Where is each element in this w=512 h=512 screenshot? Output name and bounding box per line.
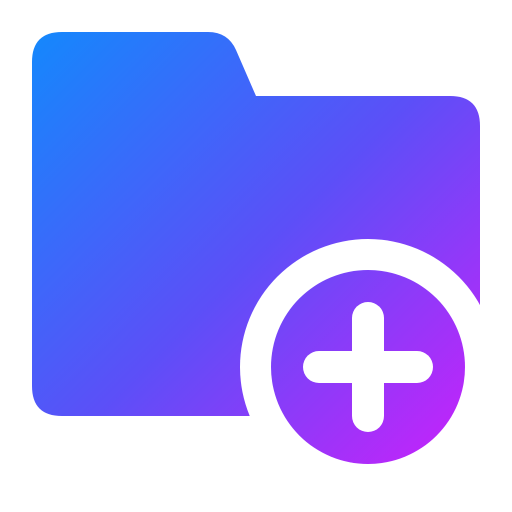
icon-canvas	[0, 0, 512, 512]
folder-add-icon	[32, 32, 480, 464]
